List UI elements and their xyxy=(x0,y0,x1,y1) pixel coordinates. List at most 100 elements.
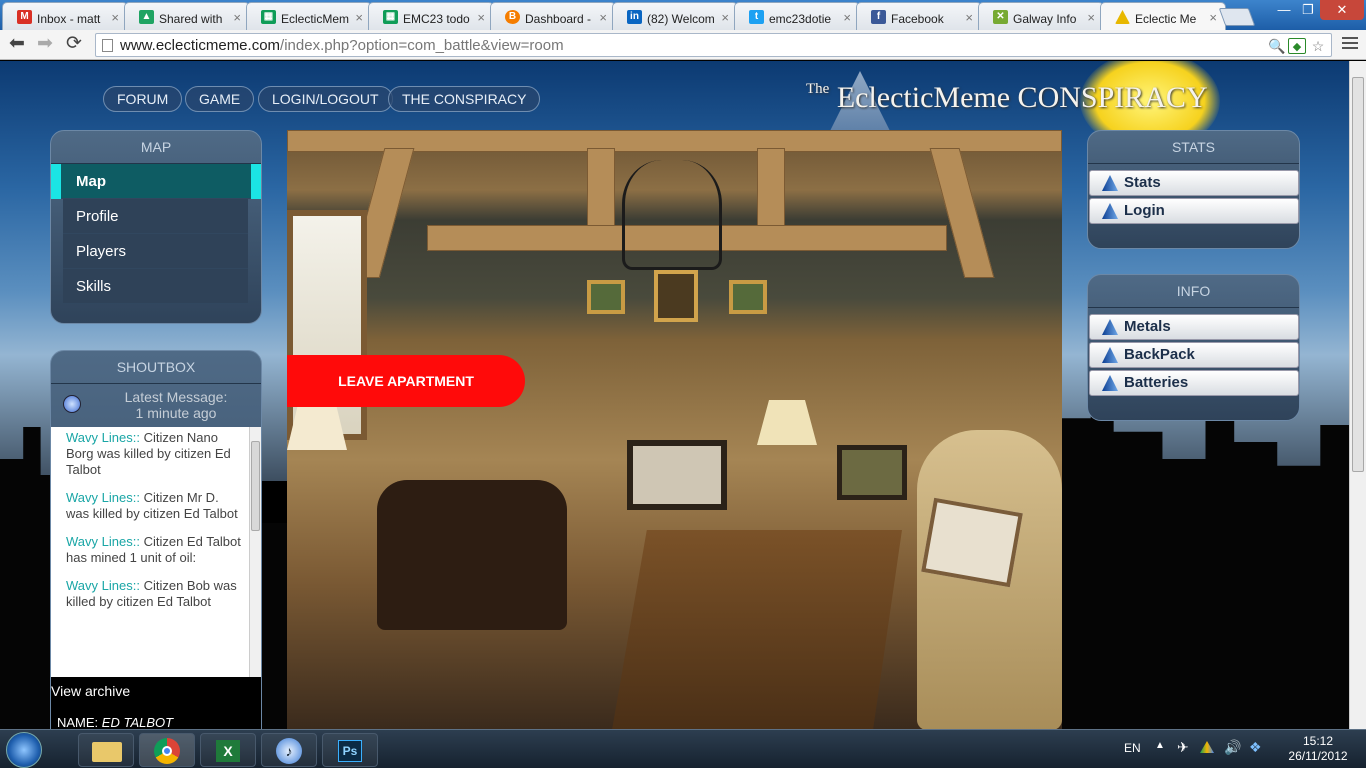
close-icon[interactable]: × xyxy=(477,10,485,25)
maximize-button[interactable]: ❐ xyxy=(1296,0,1320,20)
page-icon xyxy=(102,39,113,52)
nav-the-conspiracy[interactable]: THE CONSPIRACY xyxy=(388,86,541,112)
close-icon[interactable]: × xyxy=(965,10,973,25)
minimize-button[interactable]: — xyxy=(1272,0,1296,20)
shoutbox-title: SHOUTBOX xyxy=(51,351,261,384)
scrollbar-thumb[interactable] xyxy=(251,441,260,531)
close-icon[interactable]: × xyxy=(721,10,729,25)
map-menu-item-skills[interactable]: Skills xyxy=(63,269,248,304)
close-icon[interactable]: × xyxy=(111,10,119,25)
room-image xyxy=(287,130,1062,729)
photoshop-logo: Ps xyxy=(338,740,362,762)
clock-time: 15:12 xyxy=(1302,734,1334,748)
chrome-logo-center xyxy=(162,746,172,756)
map-menu-item-players[interactable]: Players xyxy=(63,234,248,269)
login-button[interactable]: Login xyxy=(1089,198,1299,224)
tab-galway[interactable]: ✕ Galway Info × xyxy=(978,2,1104,30)
tab-twitter[interactable]: t emc23dotie × xyxy=(734,2,860,30)
drive-icon: ▲ xyxy=(139,10,154,24)
chandelier xyxy=(622,160,722,270)
drive-tray-icon[interactable] xyxy=(1200,741,1214,753)
new-tab-button[interactable] xyxy=(1218,8,1256,26)
back-button[interactable]: ⬅ xyxy=(6,34,28,56)
menu-icon[interactable] xyxy=(1342,37,1358,51)
page-scrollbar-thumb[interactable] xyxy=(1352,77,1364,472)
tab-facebook[interactable]: f Facebook × xyxy=(856,2,982,30)
shoutbox-footer: View archive NAME: ED TALBOT xyxy=(51,677,261,729)
gmail-icon: M xyxy=(17,10,32,24)
site-logo[interactable]: The EclecticMeme CONSPIRACY xyxy=(806,81,1246,121)
map-menu-item-profile[interactable]: Profile xyxy=(63,199,248,234)
dropbox-icon[interactable]: ❖ xyxy=(1249,739,1262,756)
itunes-icon[interactable]: ♪ xyxy=(261,733,317,767)
language-indicator[interactable]: EN xyxy=(1124,741,1141,755)
page-scrollbar[interactable] xyxy=(1349,61,1366,729)
batteries-button[interactable]: Batteries xyxy=(1089,370,1299,396)
nav-game[interactable]: GAME xyxy=(185,86,255,112)
eclectic-triangle-icon xyxy=(1102,347,1118,363)
latest-time: 1 minute ago xyxy=(135,405,217,421)
eclectic-triangle-icon xyxy=(1102,375,1118,391)
close-icon[interactable]: × xyxy=(599,10,607,25)
chrome-icon[interactable] xyxy=(139,733,195,767)
tab-sheets-eclectic[interactable]: ▦ EclecticMem × xyxy=(246,2,372,30)
extension-shield-icon[interactable]: ◆ xyxy=(1288,38,1306,54)
forward-button[interactable]: ➡ xyxy=(34,34,56,56)
linkedin-icon: in xyxy=(627,10,642,24)
shoutbox-message-list[interactable]: Wavy Lines:: Citizen Nano Borg was kille… xyxy=(51,427,261,677)
painting-frame xyxy=(627,440,727,510)
excel-icon[interactable]: X xyxy=(200,733,256,767)
shout-message: Wavy Lines:: Citizen Bob was killed by c… xyxy=(66,578,237,609)
photoshop-icon[interactable]: Ps xyxy=(322,733,378,767)
stats-panel: STATS Stats Login xyxy=(1087,130,1300,249)
nav-login-logout[interactable]: LOGIN/LOGOUT xyxy=(258,86,393,112)
eclectic-triangle-icon xyxy=(1102,175,1118,191)
lamp-shade xyxy=(757,400,817,445)
tab-linkedin[interactable]: in (82) Welcom × xyxy=(612,2,738,30)
zoom-icon[interactable]: 🔍 xyxy=(1268,38,1286,54)
eclectic-triangle-icon xyxy=(1102,203,1118,219)
explorer-icon[interactable] xyxy=(78,733,134,767)
browser-toolbar: ⬅ ➡ ⟳ www.eclecticmeme.com/index.php?opt… xyxy=(0,30,1366,60)
close-icon[interactable]: × xyxy=(233,10,241,25)
tab-sheets-todo[interactable]: ▦ EMC23 todo × xyxy=(368,2,494,30)
stats-button[interactable]: Stats xyxy=(1089,170,1299,196)
shoutbox-latest: Latest Message: 1 minute ago xyxy=(91,389,261,421)
tray-expand-icon[interactable]: ▲ xyxy=(1155,740,1165,751)
info-panel: INFO Metals BackPack Batteries xyxy=(1087,274,1300,421)
galway-icon: ✕ xyxy=(993,10,1008,24)
tab-dashboard[interactable]: B Dashboard - × xyxy=(490,2,616,30)
metals-button[interactable]: Metals xyxy=(1089,314,1299,340)
bookmark-star-icon[interactable]: ☆ xyxy=(1309,38,1327,54)
close-icon[interactable]: × xyxy=(1087,10,1095,25)
volume-icon[interactable]: 🔊 xyxy=(1224,739,1241,756)
tab-drive[interactable]: ▲ Shared with × xyxy=(124,2,250,30)
view-archive-link[interactable]: View archive xyxy=(51,683,130,699)
tab-eclectic-active[interactable]: Eclectic Me × xyxy=(1100,2,1226,30)
nav-forum[interactable]: FORUM xyxy=(103,86,183,112)
reload-button[interactable]: ⟳ xyxy=(63,34,85,56)
address-bar[interactable]: www.eclecticmeme.com/index.php?option=co… xyxy=(95,33,1332,57)
shoutbox-scrollbar[interactable] xyxy=(249,427,261,677)
eclectic-icon xyxy=(1115,10,1130,24)
chrome-logo xyxy=(154,738,180,764)
refresh-icon[interactable] xyxy=(63,395,81,413)
windows-start-icon[interactable] xyxy=(6,732,42,768)
pin-icon[interactable]: ✈ xyxy=(1177,739,1189,756)
windows-taskbar: X ♪ Ps EN ▲ ✈ 🔊 ❖ 15:12 26/11/2012 xyxy=(0,729,1366,768)
close-icon[interactable]: × xyxy=(843,10,851,25)
eclectic-triangle-icon xyxy=(1102,319,1118,335)
close-icon[interactable]: × xyxy=(355,10,363,25)
tab-gmail[interactable]: M Inbox - matt × xyxy=(2,2,128,30)
info-panel-title: INFO xyxy=(1088,275,1299,308)
sheets-icon: ▦ xyxy=(383,10,398,24)
close-icon[interactable]: × xyxy=(1209,10,1217,25)
window-close-button[interactable]: ✕ xyxy=(1320,0,1364,20)
browser-tab-bar: M Inbox - matt × ▲ Shared with × ▦ EclecticMe… xyxy=(0,0,1366,30)
shout-message: Wavy Lines:: Citizen Nano Borg was kille… xyxy=(66,430,231,477)
backpack-button[interactable]: BackPack xyxy=(1089,342,1299,368)
sheets-icon: ▦ xyxy=(261,10,276,24)
map-menu-item-map[interactable]: Map xyxy=(51,164,261,199)
system-clock[interactable]: 15:12 26/11/2012 xyxy=(1282,734,1354,764)
leave-apartment-button[interactable]: LEAVE APARTMENT xyxy=(287,355,525,407)
